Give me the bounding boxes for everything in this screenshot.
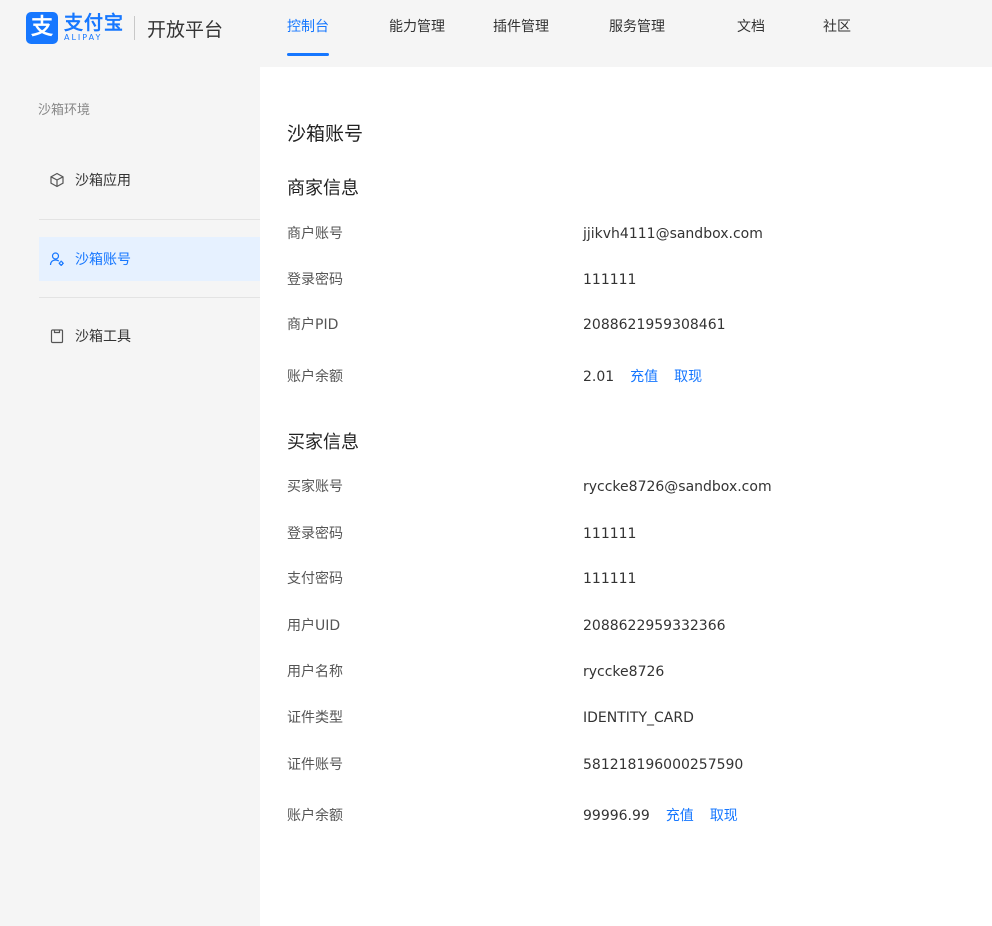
nav-item-capability[interactable]: 能力管理: [389, 0, 445, 56]
sidebar-item-label: 沙箱工具: [75, 329, 131, 345]
sidebar-title: 沙箱环境: [38, 103, 91, 118]
cube-icon: [49, 172, 65, 188]
brand-logo[interactable]: 支 支付宝 ALIPAY 开放平台: [26, 11, 223, 45]
top-header: 支 支付宝 ALIPAY 开放平台 控制台 能力管理 插件管理 服务管理 文档 …: [0, 0, 992, 60]
buyer-pay-password-row: 支付密码 111111: [287, 568, 967, 590]
field-value: 111111: [583, 526, 637, 542]
field-value: 2088622959332366: [583, 618, 726, 634]
field-value: 2.01: [583, 369, 615, 385]
buyer-balance-row: 账户余额 99996.99 充值 取现: [287, 805, 967, 827]
buyer-recharge-link[interactable]: 充值: [666, 808, 694, 824]
field-label: 商户账号: [287, 226, 343, 242]
field-value: 111111: [583, 571, 637, 587]
sidebar-item-sandbox-tools[interactable]: 沙箱工具: [39, 314, 260, 358]
balance-value-group: 2.01 充值 取现: [583, 366, 702, 388]
nav-item-console[interactable]: 控制台: [287, 0, 329, 56]
field-value: 99996.99: [583, 808, 650, 824]
field-value: ryccke8726@sandbox.com: [583, 479, 772, 495]
merchant-balance-row: 账户余额 2.01 充值 取现: [287, 366, 967, 388]
field-label: 账户余额: [287, 808, 343, 824]
logo-divider: [134, 16, 136, 40]
field-label: 用户UID: [287, 618, 341, 634]
buyer-id-type-row: 证件类型 IDENTITY_CARD: [287, 707, 967, 729]
field-label: 买家账号: [287, 479, 343, 495]
field-label: 用户名称: [287, 664, 343, 680]
field-label: 支付密码: [287, 571, 343, 587]
field-value: 2088621959308461: [583, 317, 726, 333]
merchant-withdraw-link[interactable]: 取现: [674, 369, 702, 385]
platform-name: 开放平台: [147, 18, 224, 41]
brand-name-en: ALIPAY: [64, 33, 103, 42]
sidebar-divider: [39, 219, 260, 220]
buyer-section-title: 买家信息: [287, 432, 359, 453]
alipay-logo-icon: 支: [26, 12, 58, 44]
sidebar: 沙箱环境 沙箱应用 沙箱账号 沙箱工具: [0, 67, 260, 926]
field-value: 111111: [583, 272, 637, 288]
field-value: 581218196000257590: [583, 757, 744, 773]
field-value: ryccke8726: [583, 664, 665, 680]
merchant-section-title: 商家信息: [287, 178, 359, 199]
merchant-login-password-row: 登录密码 111111: [287, 269, 967, 291]
brand-wordmark: 支付宝 ALIPAY: [64, 13, 124, 43]
nav-item-service[interactable]: 服务管理: [609, 0, 665, 56]
field-label: 证件账号: [287, 757, 343, 773]
field-label: 登录密码: [287, 526, 343, 542]
sidebar-item-label: 沙箱账号: [75, 252, 131, 268]
nav-item-community[interactable]: 社区: [823, 0, 851, 56]
field-value: IDENTITY_CARD: [583, 710, 694, 726]
page-title: 沙箱账号: [287, 123, 364, 145]
sidebar-item-label: 沙箱应用: [75, 173, 131, 189]
user-settings-icon: [49, 251, 65, 267]
buyer-withdraw-link[interactable]: 取现: [710, 808, 738, 824]
field-label: 证件类型: [287, 710, 343, 726]
field-label: 商户PID: [287, 317, 339, 333]
nav-item-plugin[interactable]: 插件管理: [493, 0, 549, 56]
nav-item-docs[interactable]: 文档: [737, 0, 765, 56]
buyer-login-password-row: 登录密码 111111: [287, 523, 967, 545]
sidebar-item-sandbox-app[interactable]: 沙箱应用: [39, 158, 260, 202]
sidebar-item-sandbox-account[interactable]: 沙箱账号: [39, 237, 260, 281]
balance-value-group: 99996.99 充值 取现: [583, 805, 738, 827]
buyer-username-row: 用户名称 ryccke8726: [287, 661, 967, 683]
buyer-uid-row: 用户UID 2088622959332366: [287, 615, 967, 637]
main-content: 沙箱账号 商家信息 商户账号 jjikvh4111@sandbox.com 登录…: [260, 67, 992, 926]
field-label: 登录密码: [287, 272, 343, 288]
buyer-id-number-row: 证件账号 581218196000257590: [287, 754, 967, 776]
buyer-account-row: 买家账号 ryccke8726@sandbox.com: [287, 476, 967, 498]
brand-name-cn: 支付宝: [64, 12, 125, 34]
sidebar-divider: [39, 297, 260, 298]
clipboard-icon: [49, 328, 65, 344]
merchant-pid-row: 商户PID 2088621959308461: [287, 314, 967, 336]
merchant-recharge-link[interactable]: 充值: [630, 369, 658, 385]
field-value: jjikvh4111@sandbox.com: [583, 226, 763, 242]
merchant-account-row: 商户账号 jjikvh4111@sandbox.com: [287, 223, 967, 245]
field-label: 账户余额: [287, 369, 343, 385]
